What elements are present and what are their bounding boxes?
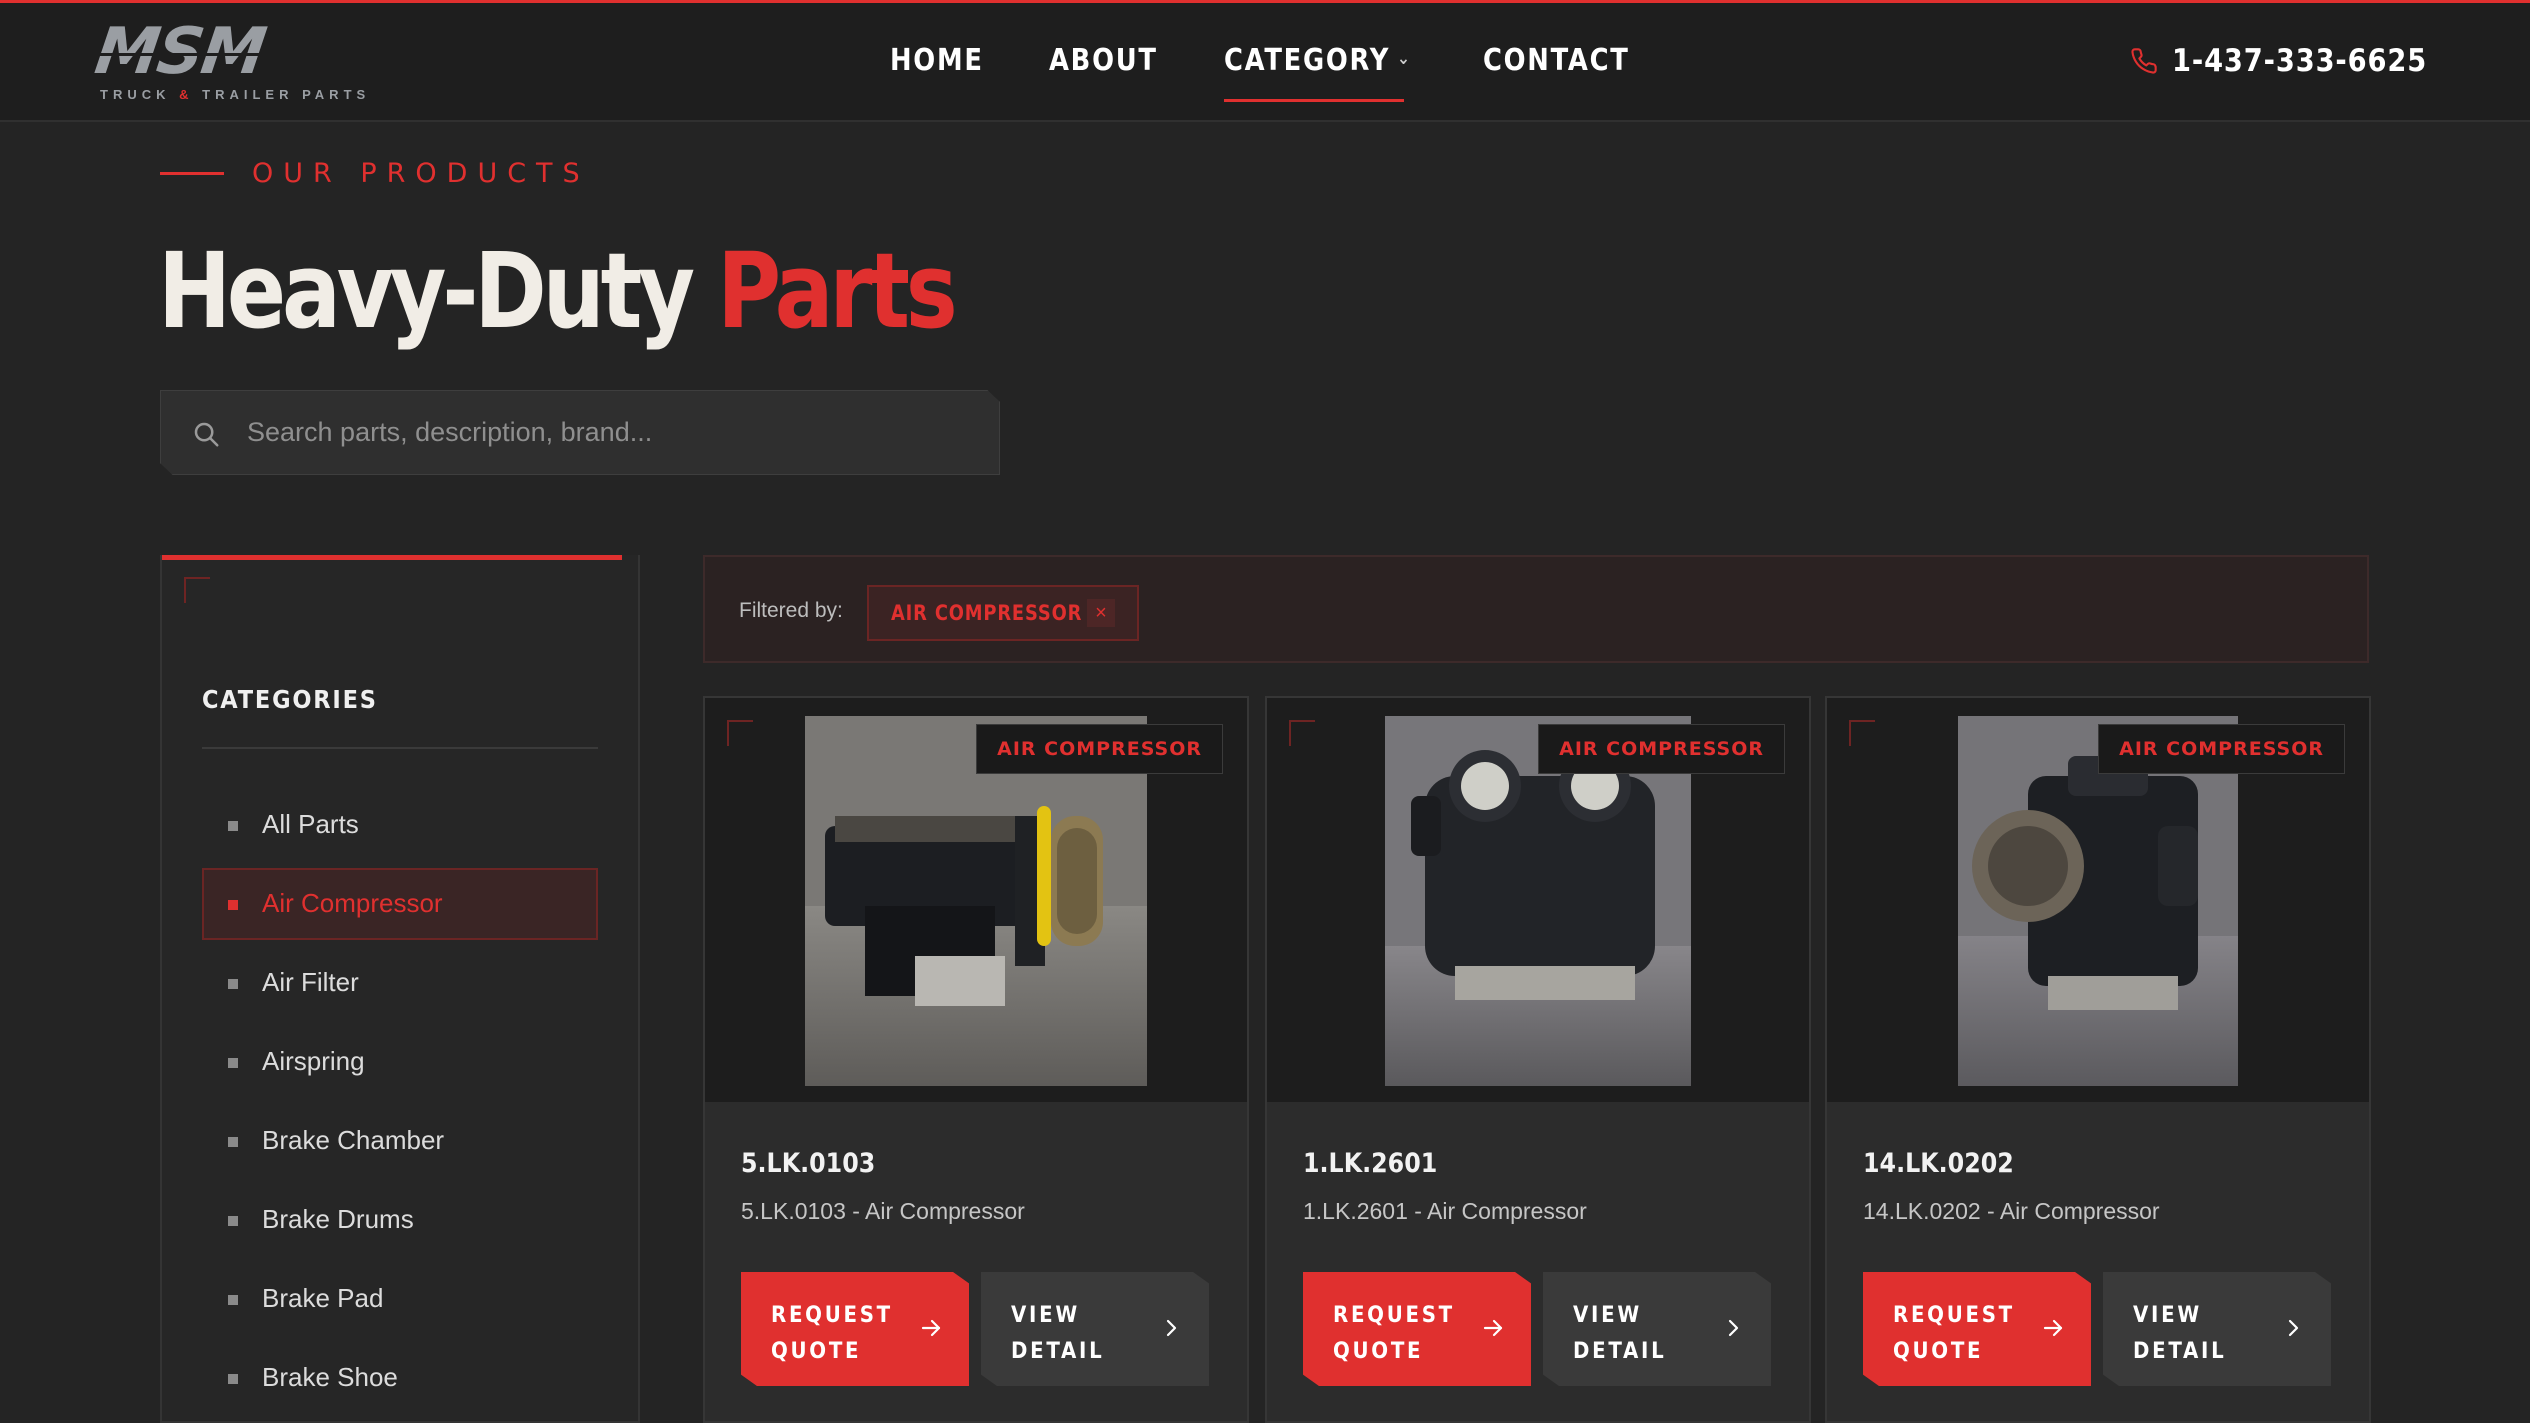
title-accent: Parts — [717, 230, 958, 352]
bullet-icon — [228, 821, 238, 831]
request-quote-button[interactable]: REQUEST QUOTE — [1863, 1272, 2091, 1386]
sidebar-item-all-parts[interactable]: All Parts — [202, 789, 598, 861]
phone-icon — [2131, 48, 2157, 74]
nav-category-label: CATEGORY — [1224, 43, 1391, 78]
sidebar-item-brake-drums[interactable]: Brake Drums — [202, 1184, 598, 1256]
sidebar-item-label: Brake Shoe — [262, 1362, 398, 1392]
nav-contact[interactable]: CONTACT — [1483, 43, 1630, 78]
sidebar-accent-bar — [162, 555, 622, 560]
chevron-down-icon: ⌄ — [1397, 48, 1412, 69]
product-card: AIR COMPRESSOR 14.LK.0202 14.LK.0202 - A… — [1825, 696, 2371, 1423]
nav-home[interactable]: HOME — [890, 43, 984, 78]
sidebar-item-brake-pad[interactable]: Brake Pad — [202, 1263, 598, 1335]
sidebar-item-label: Air Filter — [262, 967, 359, 997]
sidebar-item-brake-chamber[interactable]: Brake Chamber — [202, 1105, 598, 1177]
corner-bracket — [1849, 720, 1875, 746]
page-title: Heavy-Duty Parts — [158, 226, 958, 356]
chevron-right-icon — [2288, 1319, 2299, 1337]
categories-heading: CATEGORIES — [202, 685, 378, 714]
button-label: REQUEST QUOTE — [1333, 1303, 1455, 1364]
close-icon[interactable]: × — [1087, 599, 1115, 627]
bullet-icon — [228, 1295, 238, 1305]
corner-bracket — [184, 577, 210, 603]
search-box — [160, 390, 1000, 475]
filter-bar: Filtered by: AIR COMPRESSOR × — [703, 555, 2369, 663]
sidebar-item-airspring[interactable]: Airspring — [202, 1026, 598, 1098]
logo-tagline: TRUCK & TRAILER PARTS — [100, 87, 371, 102]
title-main: Heavy-Duty — [158, 230, 695, 352]
nav-category[interactable]: CATEGORY ⌄ — [1224, 43, 1412, 78]
sidebar-item-air-compressor[interactable]: Air Compressor — [202, 868, 598, 940]
corner-bracket — [1289, 720, 1315, 746]
button-label: VIEW DETAIL — [1573, 1303, 1667, 1364]
nav-active-indicator — [1224, 99, 1404, 102]
product-description: 5.LK.0103 - Air Compressor — [741, 1198, 1025, 1224]
active-filter-chip[interactable]: AIR COMPRESSOR × — [867, 585, 1139, 641]
bullet-icon — [228, 1137, 238, 1147]
chevron-right-icon — [1728, 1319, 1739, 1337]
product-card: AIR COMPRESSOR 1.LK.2601 1.LK.2601 - Air… — [1265, 696, 1811, 1423]
search-input[interactable] — [247, 391, 977, 474]
arrow-right-icon — [2043, 1319, 2063, 1337]
bullet-icon — [228, 1058, 238, 1068]
product-sku[interactable]: 14.LK.0202 — [1863, 1148, 2014, 1179]
product-description: 1.LK.2601 - Air Compressor — [1303, 1198, 1587, 1224]
product-image-area: AIR COMPRESSOR — [1267, 698, 1809, 1102]
category-badge: AIR COMPRESSOR — [1538, 724, 1785, 774]
logo-wordmark: MSM — [90, 15, 269, 89]
sidebar-item-label: Brake Chamber — [262, 1125, 445, 1155]
view-detail-button[interactable]: VIEW DETAIL — [1543, 1272, 1771, 1386]
button-label: REQUEST QUOTE — [771, 1303, 893, 1364]
categories-divider — [202, 747, 598, 749]
arrow-right-icon — [921, 1319, 941, 1337]
button-label: REQUEST QUOTE — [1893, 1303, 2015, 1364]
product-sku[interactable]: 1.LK.2601 — [1303, 1148, 1437, 1179]
sidebar-item-label: Air Compressor — [262, 888, 443, 918]
category-badge: AIR COMPRESSOR — [2098, 724, 2345, 774]
sidebar-item-label: Airspring — [262, 1046, 365, 1076]
sidebar-item-label: Brake Pad — [262, 1283, 384, 1313]
nav-about[interactable]: ABOUT — [1049, 43, 1158, 78]
sidebar-item-label: All Parts — [262, 809, 359, 839]
category-badge: AIR COMPRESSOR — [976, 724, 1223, 774]
logo-stripe — [98, 53, 356, 56]
bullet-icon — [228, 1216, 238, 1226]
sidebar-item-label: Brake Drums — [262, 1204, 414, 1234]
request-quote-button[interactable]: REQUEST QUOTE — [1303, 1272, 1531, 1386]
filter-chip-label: AIR COMPRESSOR — [891, 601, 1083, 625]
search-icon — [194, 422, 219, 447]
filter-label: Filtered by: — [739, 599, 843, 622]
product-card: AIR COMPRESSOR 5.LK.0103 5.LK.0103 - Air… — [703, 696, 1249, 1423]
site-logo[interactable]: MSM TRUCK & TRAILER PARTS — [91, 15, 365, 102]
product-sku[interactable]: 5.LK.0103 — [741, 1148, 875, 1179]
request-quote-button[interactable]: REQUEST QUOTE — [741, 1272, 969, 1386]
chevron-right-icon — [1166, 1319, 1177, 1337]
corner-bracket — [727, 720, 753, 746]
section-eyebrow: OUR PRODUCTS — [252, 158, 590, 189]
site-header: MSM TRUCK & TRAILER PARTS HOME ABOUT CAT… — [0, 3, 2530, 122]
button-label: VIEW DETAIL — [1011, 1303, 1105, 1364]
eyebrow-line — [160, 172, 224, 175]
category-sidebar: CATEGORIES All Parts Air Compressor Air … — [160, 555, 640, 1423]
view-detail-button[interactable]: VIEW DETAIL — [2103, 1272, 2331, 1386]
sidebar-item-brake-shoe[interactable]: Brake Shoe — [202, 1342, 598, 1414]
bullet-icon — [228, 900, 238, 910]
product-image-area: AIR COMPRESSOR — [705, 698, 1247, 1102]
phone-number: 1-437-333-6625 — [2172, 43, 2428, 79]
view-detail-button[interactable]: VIEW DETAIL — [981, 1272, 1209, 1386]
arrow-right-icon — [1483, 1319, 1503, 1337]
product-image-area: AIR COMPRESSOR — [1827, 698, 2369, 1102]
bullet-icon — [228, 979, 238, 989]
bullet-icon — [228, 1374, 238, 1384]
sidebar-item-air-filter[interactable]: Air Filter — [202, 947, 598, 1019]
button-label: VIEW DETAIL — [2133, 1303, 2227, 1364]
product-description: 14.LK.0202 - Air Compressor — [1863, 1198, 2160, 1224]
